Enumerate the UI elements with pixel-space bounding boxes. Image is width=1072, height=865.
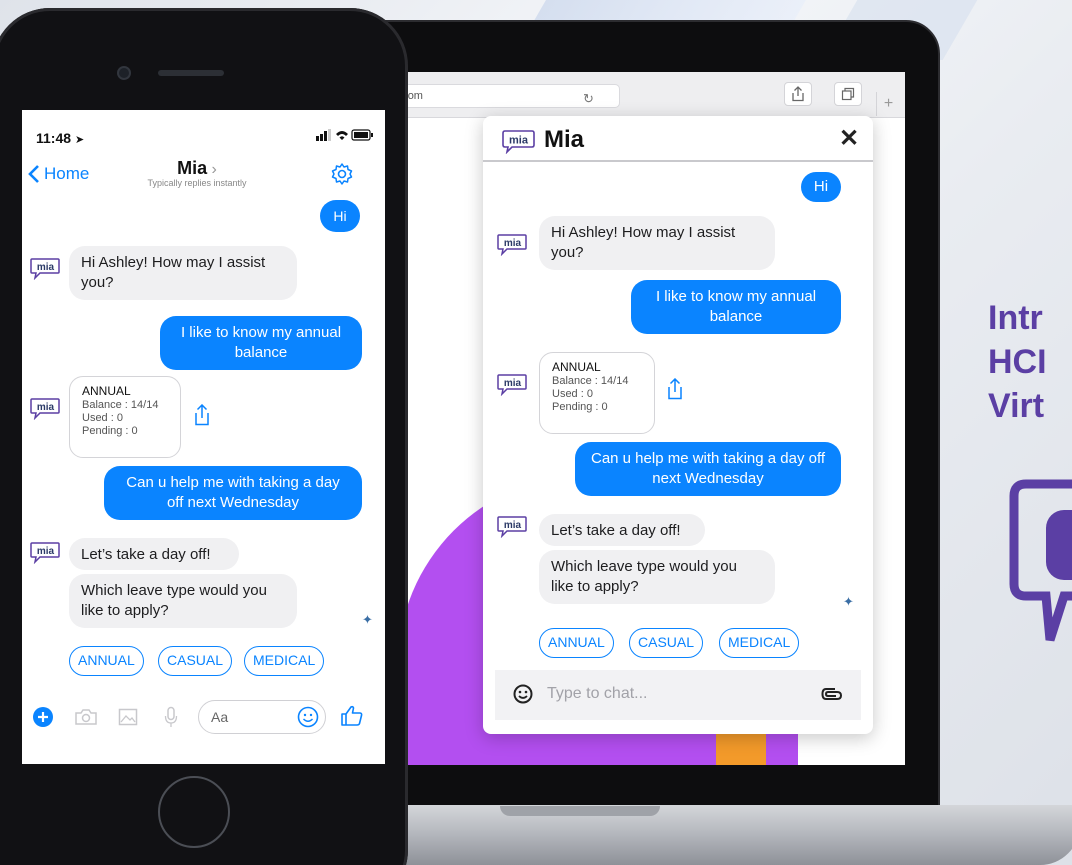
- user-message: Hi: [320, 200, 360, 232]
- mia-avatar-icon: mia: [497, 234, 527, 256]
- quick-reply-medical[interactable]: MEDICAL: [719, 628, 800, 658]
- read-receipt-icon: ✦: [362, 612, 373, 627]
- chat-subtitle: Typically replies instantly: [147, 178, 247, 188]
- plus-icon[interactable]: [32, 706, 54, 728]
- card-balance: Balance : 14/14: [552, 375, 629, 387]
- share-icon[interactable]: [667, 378, 683, 400]
- tabs-icon: [841, 87, 855, 101]
- compose-bar: Aa: [22, 694, 385, 742]
- home-button[interactable]: [158, 776, 230, 848]
- laptop-notch: [500, 806, 660, 816]
- mia-avatar-icon: mia: [30, 398, 60, 420]
- card-used: Used : 0: [552, 388, 593, 400]
- mia-brand-logo-icon: [1009, 479, 1072, 642]
- bot-message: Hi Ashley! How may I assist you?: [539, 216, 775, 270]
- quick-reply-casual[interactable]: CASUAL: [158, 646, 233, 676]
- chat-input[interactable]: Type to chat...: [547, 685, 648, 703]
- status-time-text: 11:48: [36, 130, 72, 146]
- quick-reply-annual[interactable]: ANNUAL: [69, 646, 144, 676]
- share-icon[interactable]: [194, 404, 210, 426]
- logo-text: mia: [504, 520, 522, 531]
- mia-avatar-icon: mia: [497, 374, 527, 396]
- logo-text: mia: [37, 262, 55, 273]
- compose-input[interactable]: Aa: [198, 700, 326, 734]
- promo-line-2: HCI: [988, 343, 1047, 381]
- card-title: ANNUAL: [552, 360, 601, 374]
- chat-header: mia Mia ✕: [483, 116, 873, 162]
- camera-icon[interactable]: [74, 708, 98, 726]
- tabs-button[interactable]: [834, 82, 862, 106]
- bot-message: Let’s take a day off!: [539, 514, 705, 546]
- phone-camera: [117, 66, 131, 80]
- user-message: Can u help me with taking a day off next…: [104, 466, 362, 520]
- gear-icon[interactable]: [330, 162, 354, 186]
- mia-avatar-icon: mia: [30, 258, 60, 280]
- chat-name: Mia: [177, 158, 208, 178]
- mia-avatar-icon: mia: [497, 516, 527, 538]
- photo-icon[interactable]: [118, 708, 138, 726]
- quick-reply-casual[interactable]: CASUAL: [629, 628, 704, 658]
- microphone-icon[interactable]: [164, 706, 178, 728]
- phone-speaker: [158, 70, 224, 76]
- logo-text: mia: [37, 546, 55, 557]
- share-button[interactable]: [784, 82, 812, 106]
- quick-reply-medical[interactable]: MEDICAL: [244, 646, 325, 676]
- bot-message: Which leave type would you like to apply…: [539, 550, 775, 604]
- chat-header[interactable]: Mia › Typically replies instantly: [122, 158, 272, 188]
- bot-message: Hi Ashley! How may I assist you?: [69, 246, 297, 300]
- status-icons: [316, 129, 373, 141]
- card-pending: Pending : 0: [552, 401, 608, 413]
- mia-logo-icon: mia: [502, 130, 535, 154]
- bot-message: Which leave type would you like to apply…: [69, 574, 297, 628]
- card-title: ANNUAL: [82, 384, 131, 398]
- user-message: I like to know my annual balance: [631, 280, 841, 334]
- chat-title: Mia: [544, 126, 585, 153]
- promo-headline: Intr HCI Virt: [988, 296, 1047, 428]
- quick-reply-annual[interactable]: ANNUAL: [539, 628, 614, 658]
- logo-text: mia: [37, 402, 55, 413]
- status-time: 11:48 ➤: [36, 130, 85, 146]
- promo-line-1: Intr: [988, 299, 1043, 337]
- chat-input-bar: Type to chat...: [495, 670, 861, 720]
- chevron-left-icon: [28, 165, 39, 183]
- leave-balance-card: ANNUAL Balance : 14/14 Used : 0 Pending …: [69, 376, 181, 458]
- user-message: Can u help me with taking a day off next…: [575, 442, 841, 496]
- logo-text: mia: [509, 135, 529, 147]
- card-pending: Pending : 0: [82, 425, 138, 437]
- chat-widget: mia Mia ✕ Hi mia Hi Ashley! How may I as…: [483, 116, 873, 734]
- chevron-right-icon: ›: [207, 161, 217, 178]
- promo-line-3: Virt: [988, 387, 1045, 425]
- mia-avatar-icon: mia: [30, 542, 60, 564]
- card-used: Used : 0: [82, 412, 123, 424]
- compose-placeholder: Aa: [211, 709, 229, 725]
- user-message: I like to know my annual balance: [160, 316, 362, 370]
- logo-text: mia: [504, 238, 522, 249]
- read-receipt-icon: ✦: [843, 594, 854, 609]
- card-balance: Balance : 14/14: [82, 399, 159, 411]
- user-message: Hi: [801, 172, 841, 202]
- browser-toolbar: agehcm.com ↻ +: [350, 72, 905, 118]
- reload-icon[interactable]: ↻: [583, 88, 594, 110]
- bot-message: Let’s take a day off!: [69, 538, 239, 570]
- emoji-icon[interactable]: [513, 684, 533, 704]
- emoji-icon[interactable]: [297, 706, 319, 728]
- attachment-icon[interactable]: [821, 686, 843, 702]
- thumbs-up-icon[interactable]: [340, 704, 364, 728]
- logo-text: mia: [504, 378, 522, 389]
- laptop-base: [300, 805, 1072, 865]
- leave-balance-card: ANNUAL Balance : 14/14 Used : 0 Pending …: [539, 352, 655, 434]
- close-icon[interactable]: ✕: [839, 124, 859, 153]
- back-button[interactable]: Home: [28, 164, 89, 184]
- phone-screen: 11:48 ➤ Home Mia › Typically replies ins…: [22, 110, 385, 764]
- share-icon: [792, 86, 804, 102]
- back-label: Home: [44, 164, 90, 183]
- new-tab-button[interactable]: +: [876, 92, 900, 116]
